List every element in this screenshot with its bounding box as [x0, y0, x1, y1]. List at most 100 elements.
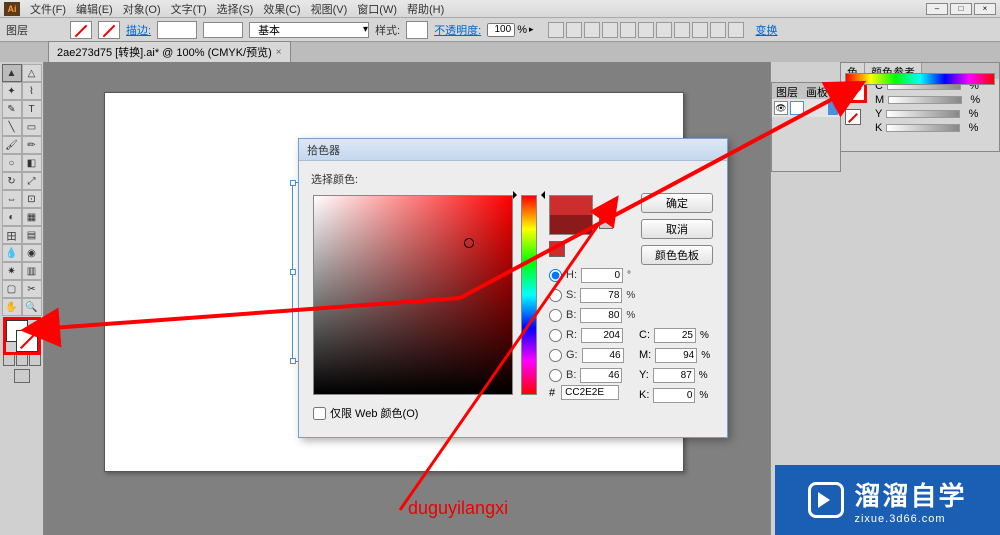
width-tool[interactable]: ⇔ [2, 190, 22, 208]
layers-panel[interactable]: 图层画板 👁 [771, 82, 841, 172]
gradient-tool[interactable]: ▤ [22, 226, 42, 244]
artboard-tool[interactable]: ▢ [2, 280, 22, 298]
h-input[interactable] [581, 268, 623, 283]
zoom-tool[interactable]: 🔍 [22, 298, 42, 316]
minimize-button[interactable]: – [926, 3, 948, 15]
layer-row[interactable]: 👁 [772, 99, 840, 117]
k-slider[interactable] [886, 124, 960, 132]
blob-brush-tool[interactable]: ○ [2, 154, 22, 172]
lasso-tool[interactable]: ⌇ [22, 82, 42, 100]
menu-object[interactable]: 对象(O) [119, 0, 165, 18]
r-radio[interactable] [549, 329, 562, 342]
spectrum-bar[interactable] [845, 73, 995, 85]
menu-window[interactable]: 窗口(W) [353, 0, 401, 18]
document-tab[interactable]: 2ae273d75 [转换].ai* @ 100% (CMYK/预览) × [48, 41, 291, 62]
y-slider[interactable] [886, 110, 960, 118]
dist-v-icon[interactable] [692, 22, 708, 38]
h-radio[interactable] [549, 269, 562, 282]
none-mode-icon[interactable] [29, 354, 41, 366]
scale-tool[interactable]: ⤢ [22, 172, 42, 190]
align-bottom-icon[interactable] [656, 22, 672, 38]
gradient-mode-icon[interactable] [16, 354, 28, 366]
stroke-swatch[interactable] [98, 21, 120, 39]
graph-tool[interactable]: ▥ [22, 262, 42, 280]
dist-sp-icon[interactable] [710, 22, 726, 38]
close-tab-icon[interactable]: × [276, 47, 282, 58]
out-of-gamut-icon[interactable] [599, 215, 613, 229]
paintbrush-tool[interactable]: 🖌 [2, 136, 22, 154]
m-slider[interactable] [888, 96, 962, 104]
r-input[interactable] [581, 328, 623, 343]
hand comtool[interactable]: ✋ [2, 298, 22, 316]
align-vcenter-icon[interactable] [638, 22, 654, 38]
gamut-swatch[interactable] [549, 241, 565, 257]
rotate-tool[interactable]: ↻ [2, 172, 22, 190]
stroke-indicator[interactable] [16, 330, 38, 352]
b2-radio[interactable] [549, 369, 562, 382]
visibility-icon[interactable]: 👁 [774, 101, 788, 115]
c-input[interactable] [654, 328, 696, 343]
color-field[interactable] [313, 195, 513, 395]
screen-mode-icon[interactable] [14, 369, 30, 383]
fill-stroke-indicator[interactable] [6, 320, 38, 352]
s-radio[interactable] [549, 289, 562, 302]
align-left-icon[interactable] [566, 22, 582, 38]
fill-swatch[interactable] [70, 21, 92, 39]
k-input[interactable] [653, 388, 695, 403]
menu-help[interactable]: 帮助(H) [403, 0, 448, 18]
bv-input[interactable] [580, 308, 622, 323]
stroke-link[interactable]: 描边: [126, 22, 151, 38]
menu-file[interactable]: 文件(F) [26, 0, 70, 18]
slice-tool[interactable]: ✂ [22, 280, 42, 298]
web-only-checkbox[interactable] [313, 407, 326, 420]
hue-slider[interactable] [521, 195, 537, 395]
style-dropdown[interactable]: 基本▾ [249, 22, 369, 38]
perspective-tool[interactable]: ▦ [22, 208, 42, 226]
menu-select[interactable]: 选择(S) [213, 0, 258, 18]
hex-input[interactable] [561, 385, 619, 400]
cancel-button[interactable]: 取消 [641, 219, 713, 239]
stroke-weight[interactable] [157, 21, 197, 39]
swatches-button[interactable]: 颜色色板 [641, 245, 713, 265]
b2-input[interactable] [580, 368, 622, 383]
pencil-tool[interactable]: ✏ [22, 136, 42, 154]
symbol-sprayer-tool[interactable]: ✷ [2, 262, 22, 280]
align-top-icon[interactable] [620, 22, 636, 38]
m-input[interactable] [655, 348, 697, 363]
type-tool[interactable]: T [22, 100, 42, 118]
artboards-tab[interactable]: 画板 [802, 83, 832, 99]
eraser-tool[interactable]: ◧ [22, 154, 42, 172]
magic-wand-tool[interactable]: ✦ [2, 82, 22, 100]
graphic-style[interactable] [406, 21, 428, 39]
align-right-icon[interactable] [602, 22, 618, 38]
menu-edit[interactable]: 编辑(E) [72, 0, 117, 18]
free-transform-tool[interactable]: ⊡ [22, 190, 42, 208]
align-to-icon[interactable] [728, 22, 744, 38]
layers-tab[interactable]: 图层 [772, 83, 802, 99]
opacity-input[interactable] [487, 23, 515, 37]
menu-type[interactable]: 文字(T) [167, 0, 211, 18]
menu-effect[interactable]: 效果(C) [259, 0, 304, 18]
opacity-link[interactable]: 不透明度: [434, 22, 481, 38]
recolor-icon[interactable] [548, 22, 564, 38]
panel-none-swatch[interactable] [845, 109, 861, 125]
color-panel[interactable]: 色颜色参考 C% M% Y% K% [840, 62, 1000, 152]
ok-button[interactable]: 确定 [641, 193, 713, 213]
g-radio[interactable] [549, 349, 562, 362]
b-radio[interactable] [549, 309, 562, 322]
eyedropper-tool[interactable]: 💧 [2, 244, 22, 262]
selection-tool[interactable]: ▲ [2, 64, 22, 82]
pen-tool[interactable]: ✎ [2, 100, 22, 118]
mesh-tool[interactable]: 田 [2, 226, 22, 244]
color-mode-icon[interactable] [3, 354, 15, 366]
brush-dd[interactable] [203, 22, 243, 38]
shape-builder-tool[interactable]: ◐ [2, 208, 22, 226]
maximize-button[interactable]: □ [950, 3, 972, 15]
transform-link[interactable]: 变换 [756, 22, 778, 38]
menu-view[interactable]: 视图(V) [307, 0, 352, 18]
s-input[interactable] [580, 288, 622, 303]
align-hcenter-icon[interactable] [584, 22, 600, 38]
rectangle-tool[interactable]: ▭ [22, 118, 42, 136]
close-button[interactable]: × [974, 3, 996, 15]
y-input[interactable] [653, 368, 695, 383]
